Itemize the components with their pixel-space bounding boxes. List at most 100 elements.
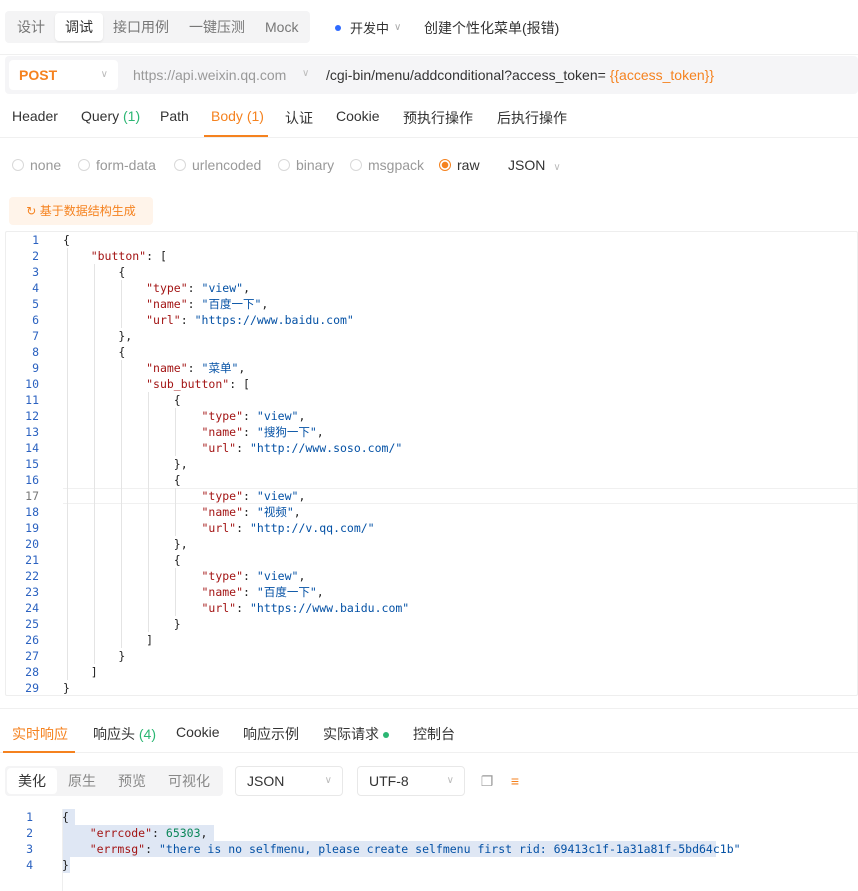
environment-selector[interactable]: 开发中 ∨	[335, 18, 401, 37]
line-number: 29	[25, 681, 39, 695]
tab-label: Path	[160, 108, 189, 124]
code-text: {	[63, 233, 70, 247]
radio-binary[interactable]: binary	[278, 157, 334, 173]
chevron-down-icon[interactable]: ∨	[302, 68, 309, 79]
response-code-viewer[interactable]: 1{2 "errcode": 65303, 3 "errmsg": "there …	[0, 809, 858, 891]
response-encoding-select[interactable]: UTF-8 ∨	[357, 766, 465, 796]
code-text: {	[62, 810, 69, 824]
code-text: }	[63, 681, 70, 695]
tab-pre-request[interactable]: 预执行操作	[403, 108, 473, 128]
tab-label: 实时响应	[12, 726, 68, 742]
path-text: /cgi-bin/menu/addconditional?access_toke…	[326, 67, 610, 83]
code-text: {	[63, 265, 126, 279]
copy-icon[interactable]: ❐	[477, 771, 497, 791]
code-line: 5 "name": "百度一下",	[6, 296, 857, 312]
tab-design[interactable]: 设计	[7, 13, 55, 41]
tab-label: Cookie	[336, 108, 380, 124]
body-code-editor[interactable]: 1{2 "button": [3 {4 "type": "view", 5 "na…	[5, 231, 858, 696]
tab-load-test[interactable]: 一键压测	[179, 13, 255, 41]
path-variable: {{access_token}}	[609, 67, 714, 83]
code-line: 7 },	[6, 328, 857, 344]
base-url[interactable]: https://api.weixin.qq.com	[133, 67, 286, 83]
tab-response-headers[interactable]: 响应头 (4)	[93, 724, 156, 744]
radio-circle-icon	[350, 159, 362, 171]
tab-response-cookie[interactable]: Cookie	[176, 724, 220, 740]
line-number: 8	[32, 345, 39, 359]
method-select[interactable]: POST ∨	[9, 60, 118, 90]
code-line: 27 }	[6, 648, 857, 664]
code-text: "name": "菜单",	[146, 361, 246, 375]
api-name[interactable]: 创建个性化菜单(报错)	[424, 18, 559, 38]
wrap-lines-icon[interactable]: ≡	[505, 771, 525, 791]
tab-actual-request[interactable]: 实际请求	[323, 724, 389, 744]
tab-path[interactable]: Path	[160, 108, 189, 124]
response-view-modes: 美化 原生 预览 可视化	[5, 766, 223, 796]
radio-msgpack[interactable]: msgpack	[350, 157, 424, 173]
tab-label: Header	[12, 108, 58, 124]
tab-post-request[interactable]: 后执行操作	[497, 108, 567, 128]
code-line: 29}	[6, 680, 857, 695]
tab-label: 认证	[285, 110, 313, 126]
tab-debug[interactable]: 调试	[55, 13, 103, 41]
code-line: 1{	[0, 809, 851, 825]
panel-divider[interactable]	[0, 708, 858, 709]
line-number: 12	[25, 409, 39, 423]
path-input[interactable]: /cgi-bin/menu/addconditional?access_toke…	[326, 67, 714, 83]
code-line: 10 "sub_button": [	[6, 376, 857, 392]
top-bar: 设计 调试 接口用例 一键压测 Mock 开发中 ∨ 创建个性化菜单(报错)	[0, 0, 858, 55]
tab-auth[interactable]: 认证	[285, 108, 313, 128]
code-text: }	[62, 858, 69, 872]
tab-label: Cookie	[176, 724, 220, 740]
chevron-down-icon: ∨	[394, 22, 402, 33]
tab-mock[interactable]: Mock	[255, 13, 308, 41]
response-format-select[interactable]: JSON ∨	[235, 766, 343, 796]
request-tabs: Header Query (1) Path Body (1) 认证 Cookie…	[0, 96, 858, 138]
view-preview[interactable]: 预览	[107, 768, 157, 794]
line-number: 7	[32, 329, 39, 343]
line-number: 15	[25, 457, 39, 471]
code-text: "type": "view",	[146, 281, 250, 295]
radio-form-data[interactable]: form-data	[78, 157, 156, 173]
tab-header[interactable]: Header	[12, 108, 58, 124]
tab-count: (4)	[138, 726, 157, 742]
radio-none[interactable]: none	[12, 157, 61, 173]
line-number: 11	[25, 393, 39, 407]
code-line: 15 },	[6, 456, 857, 472]
environment-status-dot	[335, 24, 341, 31]
tab-body[interactable]: Body (1)	[211, 108, 264, 124]
radio-raw[interactable]: raw	[439, 157, 480, 173]
code-text: "type": "view",	[201, 409, 306, 423]
code-text: },	[63, 537, 188, 551]
active-tab-indicator	[3, 751, 75, 753]
tab-test-cases[interactable]: 接口用例	[103, 13, 179, 41]
chevron-down-icon: ∨	[446, 775, 454, 786]
code-line: 24 "url": "https://www.baidu.com"	[6, 600, 857, 616]
code-line: 4 "type": "view",	[6, 280, 857, 296]
line-number: 21	[25, 553, 39, 567]
code-line: 16 {	[6, 472, 857, 488]
code-text: ]	[63, 665, 98, 679]
tab-response-examples[interactable]: 响应示例	[243, 724, 299, 744]
view-raw[interactable]: 原生	[57, 768, 107, 794]
code-line: 11 {	[6, 392, 857, 408]
code-text: "url": "https://www.baidu.com"	[201, 601, 410, 615]
environment-label: 开发中	[350, 21, 390, 36]
tab-label: 响应示例	[243, 726, 299, 742]
line-number: 2	[32, 249, 39, 263]
line-number: 24	[25, 601, 39, 615]
tab-cookie[interactable]: Cookie	[336, 108, 380, 124]
tab-console[interactable]: 控制台	[413, 724, 455, 744]
radio-checked-icon	[439, 159, 451, 171]
tab-label: 预执行操作	[403, 110, 473, 126]
body-format-select[interactable]: JSON ∨	[508, 157, 561, 173]
generate-from-schema-button[interactable]: ↻ 基于数据结构生成	[9, 197, 153, 225]
view-visualize[interactable]: 可视化	[157, 768, 221, 794]
radio-urlencoded[interactable]: urlencoded	[174, 157, 261, 173]
radio-label: urlencoded	[192, 157, 262, 173]
tab-live-response[interactable]: 实时响应	[12, 724, 68, 744]
view-pretty[interactable]: 美化	[7, 768, 57, 794]
line-number: 26	[25, 633, 39, 647]
tab-query[interactable]: Query (1)	[81, 108, 140, 124]
line-number: 28	[25, 665, 39, 679]
code-text: "name": "搜狗一下",	[201, 425, 324, 439]
